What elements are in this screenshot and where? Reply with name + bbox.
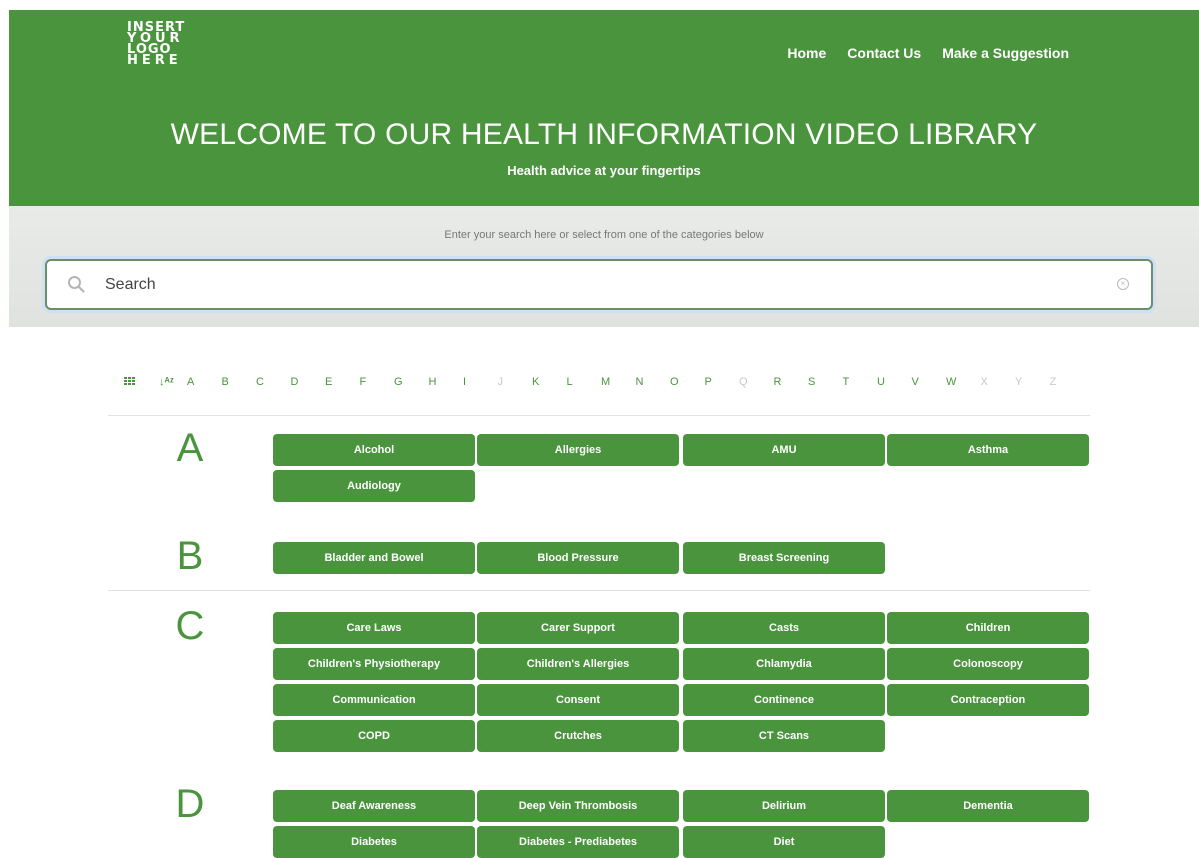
nav-contact-link[interactable]: Contact Us xyxy=(847,45,921,61)
search-input[interactable] xyxy=(105,273,1105,297)
site-header: INSERT YOUR LOGO HERE Home Contact Us Ma… xyxy=(9,10,1199,206)
category-button[interactable]: Alcohol xyxy=(273,434,475,466)
grid-view-icon[interactable] xyxy=(124,377,137,387)
letter-filter-g[interactable]: G xyxy=(394,376,429,388)
page-title: WELCOME TO OUR HEALTH INFORMATION VIDEO … xyxy=(170,118,1038,151)
category-button[interactable]: Allergies xyxy=(477,434,679,466)
section-letter-d: D xyxy=(175,782,205,826)
letter-filter-k[interactable]: K xyxy=(532,376,567,388)
letter-filter-a[interactable]: A xyxy=(187,376,222,388)
divider xyxy=(108,415,1090,416)
category-button[interactable]: Continence xyxy=(683,684,885,716)
category-button[interactable]: Chlamydia xyxy=(683,648,885,680)
category-button[interactable]: Bladder and Bowel xyxy=(273,542,475,574)
section-letter-b: B xyxy=(176,534,204,578)
letter-filter-w[interactable]: W xyxy=(946,376,981,388)
category-button[interactable]: Deep Vein Thrombosis xyxy=(477,790,679,822)
category-button[interactable]: Children xyxy=(887,612,1089,644)
search-hint: Enter your search here or select from on… xyxy=(444,229,764,241)
category-button[interactable]: Diabetes xyxy=(273,826,475,858)
letter-filter-u[interactable]: U xyxy=(877,376,912,388)
letter-filter-b[interactable]: B xyxy=(222,376,257,388)
clear-search-icon[interactable]: × xyxy=(1117,278,1129,290)
category-button[interactable]: Carer Support xyxy=(477,612,679,644)
letter-filter-c[interactable]: C xyxy=(256,376,291,388)
nav-home-link[interactable]: Home xyxy=(787,45,826,61)
search-icon xyxy=(68,276,85,293)
category-button[interactable]: Communication xyxy=(273,684,475,716)
category-button[interactable]: Casts xyxy=(683,612,885,644)
category-button[interactable]: Contraception xyxy=(887,684,1089,716)
category-button[interactable]: Blood Pressure xyxy=(477,542,679,574)
letter-filter-f[interactable]: F xyxy=(360,376,395,388)
category-button[interactable]: CT Scans xyxy=(683,720,885,752)
page-subtitle: Health advice at your fingertips xyxy=(507,163,701,178)
letter-filter-n[interactable]: N xyxy=(636,376,671,388)
letter-filter-d[interactable]: D xyxy=(291,376,326,388)
category-button[interactable]: Care Laws xyxy=(273,612,475,644)
category-button[interactable]: Delirium xyxy=(683,790,885,822)
letter-filter-h[interactable]: H xyxy=(429,376,464,388)
category-button[interactable]: Deaf Awareness xyxy=(273,790,475,822)
letter-filter-o[interactable]: O xyxy=(670,376,705,388)
category-button[interactable]: COPD xyxy=(273,720,475,752)
section-letter-a: A xyxy=(176,426,204,470)
letter-filter-z: Z xyxy=(1049,376,1057,388)
category-button[interactable]: Diet xyxy=(683,826,885,858)
letter-list: ABCDEFGHIJ KLMNOPQ RSTUVWX Y Z xyxy=(187,376,1084,388)
category-button[interactable]: Children's Allergies xyxy=(477,648,679,680)
letter-filter-m[interactable]: M xyxy=(601,376,636,388)
letter-filter-i[interactable]: I xyxy=(463,376,498,388)
logo[interactable]: INSERT YOUR LOGO HERE xyxy=(127,21,191,68)
category-button[interactable]: Children's Physiotherapy xyxy=(273,648,475,680)
category-button[interactable]: Breast Screening xyxy=(683,542,885,574)
letter-filter-e[interactable]: E xyxy=(325,376,360,388)
search-box: × xyxy=(45,259,1153,310)
category-button[interactable]: Dementia xyxy=(887,790,1089,822)
letter-filter-j: J xyxy=(497,376,504,388)
search-band: Enter your search here or select from on… xyxy=(9,206,1199,327)
letter-filter-r[interactable]: R xyxy=(774,376,809,388)
alphabet-filter: ↓ᴬᶻ ABCDEFGHIJ KLMNOPQ RSTUVWX Y Z xyxy=(108,372,1090,392)
letter-filter-x: X xyxy=(980,376,988,388)
section-letter-c: C xyxy=(175,604,205,648)
top-nav: Home Contact Us Make a Suggestion xyxy=(787,45,1069,61)
divider xyxy=(108,590,1090,591)
category-button[interactable]: Crutches xyxy=(477,720,679,752)
letter-filter-q: Q xyxy=(739,376,748,388)
category-button[interactable]: Diabetes - Prediabetes xyxy=(477,826,679,858)
category-button[interactable]: Colonoscopy xyxy=(887,648,1089,680)
category-button[interactable]: Asthma xyxy=(887,434,1089,466)
category-button[interactable]: Audiology xyxy=(273,470,475,502)
letter-filter-p[interactable]: P xyxy=(705,376,740,388)
letter-filter-t[interactable]: T xyxy=(843,376,878,388)
letter-filter-s[interactable]: S xyxy=(808,376,843,388)
logo-line: HERE xyxy=(127,53,182,68)
category-button[interactable]: Consent xyxy=(477,684,679,716)
nav-suggestion-link[interactable]: Make a Suggestion xyxy=(942,45,1069,61)
letter-filter-v[interactable]: V xyxy=(912,376,947,388)
letter-filter-l[interactable]: L xyxy=(567,376,602,388)
letter-filter-y: Y xyxy=(1015,376,1023,388)
category-button[interactable]: AMU xyxy=(683,434,885,466)
sort-az-icon[interactable]: ↓ᴬᶻ xyxy=(159,376,174,388)
